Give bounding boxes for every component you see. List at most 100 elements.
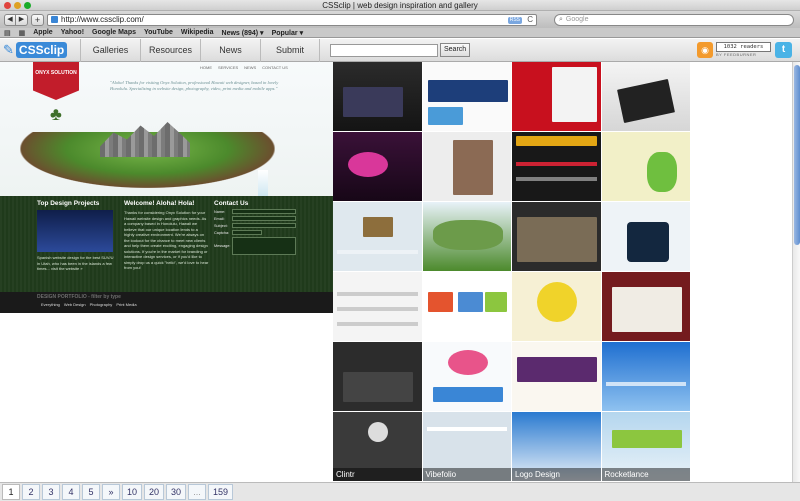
rss-badge[interactable]: RSS: [507, 16, 522, 24]
nav-resources[interactable]: Resources: [140, 38, 200, 62]
site-search-button[interactable]: Search: [440, 43, 471, 57]
gallery-tile[interactable]: [333, 202, 423, 272]
bookmark-item[interactable]: Wikipedia: [181, 29, 214, 36]
bookmarks-book-icon[interactable]: ▤: [4, 29, 11, 37]
window-title: CSSclip | web design inspiration and gal…: [322, 1, 478, 10]
add-bookmark-button[interactable]: +: [31, 13, 44, 26]
featured-nav-item[interactable]: NEWS: [244, 65, 256, 70]
browser-search-input[interactable]: ⌕ Google: [554, 13, 794, 26]
contact-field-label: Captcha:: [214, 230, 230, 235]
contact-field[interactable]: Subject:: [214, 223, 304, 228]
last-page-link[interactable]: 159: [208, 484, 234, 500]
featured-nav-item[interactable]: HOME: [200, 65, 212, 70]
bookmark-item[interactable]: Apple: [33, 29, 52, 36]
page-link[interactable]: 5: [82, 484, 100, 500]
rss-icon[interactable]: ◉: [697, 42, 713, 58]
gallery-tile[interactable]: [512, 202, 602, 272]
contact-field[interactable]: Message:: [214, 237, 304, 255]
gallery-tile[interactable]: [422, 202, 512, 272]
gallery-tile[interactable]: [333, 272, 423, 342]
gallery-tile[interactable]: [422, 272, 512, 342]
gallery-tile[interactable]: [422, 132, 512, 202]
gallery-tile[interactable]: [601, 272, 691, 342]
gallery-tile[interactable]: [512, 132, 602, 202]
gallery-tile[interactable]: [333, 342, 423, 412]
address-bar[interactable]: http://www.cssclip.com/ RSS C: [47, 13, 537, 26]
minimize-icon[interactable]: [14, 2, 21, 9]
page-link[interactable]: 10: [122, 484, 143, 500]
nav-galleries[interactable]: Galleries: [80, 38, 140, 62]
gallery-tile[interactable]: [512, 342, 602, 412]
gallery-tile[interactable]: [422, 62, 512, 132]
gallery-tile[interactable]: [512, 272, 602, 342]
site-search-input[interactable]: [330, 43, 438, 57]
reload-icon[interactable]: C: [527, 15, 533, 24]
gallery-tile[interactable]: [601, 62, 691, 132]
contact-field-input[interactable]: [232, 209, 296, 214]
forward-button[interactable]: ▶: [16, 13, 28, 26]
close-icon[interactable]: [4, 2, 11, 9]
gallery-tile[interactable]: Vibefolio: [422, 412, 512, 482]
scrollbar-thumb[interactable]: [794, 65, 800, 245]
page-link[interactable]: 20: [144, 484, 165, 500]
bookmark-item[interactable]: Popular ▾: [272, 29, 304, 37]
bookmark-item[interactable]: YouTube: [144, 29, 173, 36]
gallery-tile-label: Clintr: [333, 468, 422, 481]
bookmark-item[interactable]: Google Maps: [92, 29, 136, 36]
featured-site[interactable]: HOME SERVICES NEWS CONTACT US ONYX SOLUT…: [0, 62, 333, 313]
featured-quote: "Aloha! Thanks for visiting Onyx Solutio…: [110, 80, 279, 91]
nav-submit[interactable]: Submit: [260, 38, 320, 62]
contact-field-input[interactable]: [232, 223, 296, 228]
gallery-tile[interactable]: [333, 62, 423, 132]
page-link-current[interactable]: 1: [2, 484, 20, 500]
featured-nav: HOME SERVICES NEWS CONTACT US: [200, 65, 288, 70]
nav-news[interactable]: News: [200, 38, 260, 62]
contact-field-input[interactable]: [232, 230, 262, 235]
gallery-tile[interactable]: [333, 132, 423, 202]
featured-project-thumb[interactable]: [37, 210, 113, 252]
gallery-tile[interactable]: [422, 342, 512, 412]
portfolio-filter[interactable]: Print Media: [116, 302, 136, 307]
portfolio-filter[interactable]: Web Design: [64, 302, 86, 307]
page-link[interactable]: 30: [166, 484, 187, 500]
gallery-tile[interactable]: [512, 62, 602, 132]
contact-field[interactable]: Captcha:: [214, 230, 304, 235]
back-button[interactable]: ◀: [4, 13, 16, 26]
site-header: ✎ CSSclip Galleries Resources News Submi…: [0, 38, 800, 62]
contact-field[interactable]: Name:: [214, 209, 304, 214]
window-controls: [4, 2, 31, 9]
contact-field[interactable]: Email:: [214, 216, 304, 221]
gallery-tile[interactable]: [601, 202, 691, 272]
portfolio-filter[interactable]: Everything: [41, 302, 60, 307]
gallery-tile[interactable]: Clintr: [333, 412, 423, 482]
featured-projects-title: Top Design Projects: [37, 200, 100, 207]
gallery-tile[interactable]: Rocketlance: [601, 412, 691, 482]
featured-hero: HOME SERVICES NEWS CONTACT US ONYX SOLUT…: [0, 62, 333, 200]
url-text: http://www.cssclip.com/: [61, 15, 144, 24]
twitter-icon[interactable]: t: [775, 42, 792, 58]
featured-ribbon: ONYX SOLUTION: [33, 62, 79, 100]
bookmarks-grid-icon[interactable]: ▦: [19, 29, 26, 37]
next-page-link[interactable]: »: [102, 484, 120, 500]
gallery-tile[interactable]: [601, 132, 691, 202]
zoom-icon[interactable]: [24, 2, 31, 9]
featured-nav-item[interactable]: SERVICES: [218, 65, 238, 70]
page-link[interactable]: 3: [42, 484, 60, 500]
contact-field-input[interactable]: [232, 216, 296, 221]
page-link[interactable]: 2: [22, 484, 40, 500]
bookmark-item[interactable]: News (894) ▾: [222, 29, 264, 37]
site-logo[interactable]: ✎ CSSclip: [0, 39, 80, 62]
vertical-scrollbar[interactable]: [792, 62, 800, 482]
gallery-tile[interactable]: [601, 342, 691, 412]
window-titlebar: CSSclip | web design inspiration and gal…: [0, 0, 800, 11]
bookmark-item[interactable]: Yahoo!: [61, 29, 84, 36]
page-background: [691, 62, 800, 482]
pen-icon: ✎: [3, 42, 14, 57]
page-link[interactable]: 4: [62, 484, 80, 500]
palm-tree-icon: ♣: [50, 104, 62, 124]
contact-message-input[interactable]: [232, 237, 296, 255]
portfolio-filter[interactable]: Photography: [90, 302, 113, 307]
gallery-tile[interactable]: Logo Design: [512, 412, 602, 482]
gallery-tile-label: Rocketlance: [601, 468, 690, 481]
featured-nav-item[interactable]: CONTACT US: [262, 65, 288, 70]
